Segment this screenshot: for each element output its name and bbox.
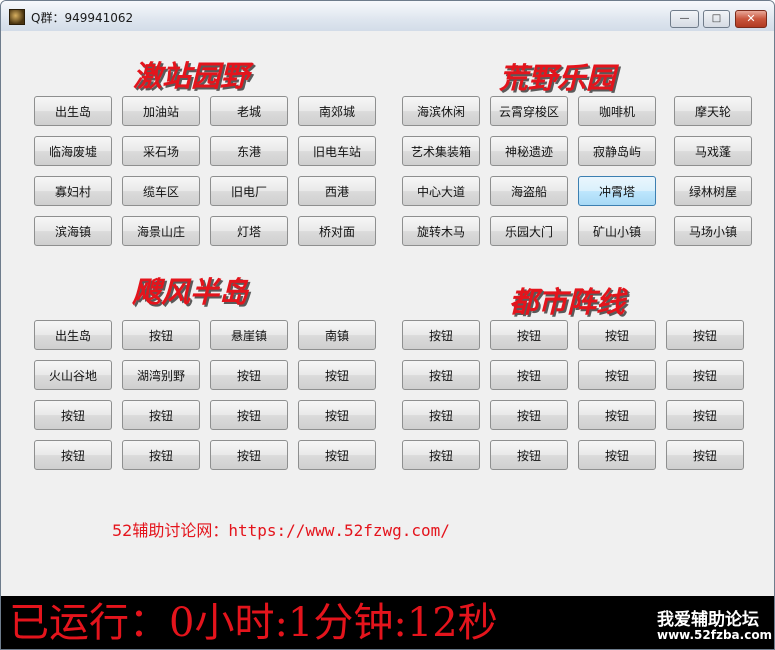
location-button-s2-7[interactable]: 寂静岛屿 <box>578 136 656 166</box>
close-button[interactable]: ✕ <box>735 10 767 28</box>
runtime-counter: 已运行：0小时:1分钟:12秒 <box>9 600 498 646</box>
forum-link-label: 52辅助讨论网： <box>112 521 229 540</box>
location-button-s4-13[interactable]: 按钮 <box>402 440 480 470</box>
watermark-title: 我爱辅助论坛 <box>657 610 759 630</box>
location-button-s4-12[interactable]: 按钮 <box>666 400 744 430</box>
location-button-s1-1[interactable]: 出生岛 <box>34 96 112 126</box>
location-button-s3-8[interactable]: 按钮 <box>298 360 376 390</box>
location-button-s2-6[interactable]: 神秘遗迹 <box>490 136 568 166</box>
location-button-s4-4[interactable]: 按钮 <box>666 320 744 350</box>
location-button-s4-3[interactable]: 按钮 <box>578 320 656 350</box>
location-button-s3-3[interactable]: 悬崖镇 <box>210 320 288 350</box>
location-button-s2-12[interactable]: 绿林树屋 <box>674 176 752 206</box>
location-button-s1-8[interactable]: 旧电车站 <box>298 136 376 166</box>
location-button-s1-2[interactable]: 加油站 <box>122 96 200 126</box>
location-button-s3-11[interactable]: 按钮 <box>210 400 288 430</box>
location-button-s1-12[interactable]: 西港 <box>298 176 376 206</box>
location-button-s3-12[interactable]: 按钮 <box>298 400 376 430</box>
location-button-s2-13[interactable]: 旋转木马 <box>402 216 480 246</box>
location-button-s3-13[interactable]: 按钮 <box>34 440 112 470</box>
location-button-s2-1[interactable]: 海滨休闲 <box>402 96 480 126</box>
location-button-s2-4[interactable]: 摩天轮 <box>674 96 752 126</box>
location-button-s3-5[interactable]: 火山谷地 <box>34 360 112 390</box>
watermark-url: www.52fzba.com <box>657 628 773 642</box>
location-button-s1-9[interactable]: 寡妇村 <box>34 176 112 206</box>
location-button-s4-9[interactable]: 按钮 <box>402 400 480 430</box>
location-button-s4-2[interactable]: 按钮 <box>490 320 568 350</box>
location-button-s4-15[interactable]: 按钮 <box>578 440 656 470</box>
location-button-s2-5[interactable]: 艺术集装箱 <box>402 136 480 166</box>
location-button-s3-4[interactable]: 南镇 <box>298 320 376 350</box>
location-button-s4-6[interactable]: 按钮 <box>490 360 568 390</box>
location-button-s4-1[interactable]: 按钮 <box>402 320 480 350</box>
title-bar[interactable]: Q群：949941062 — □ ✕ <box>1 1 774 31</box>
location-button-s2-14[interactable]: 乐园大门 <box>490 216 568 246</box>
location-button-s4-14[interactable]: 按钮 <box>490 440 568 470</box>
location-button-s2-2[interactable]: 云霄穿梭区 <box>490 96 568 126</box>
location-button-s1-5[interactable]: 临海废墟 <box>34 136 112 166</box>
main-window: Q群：949941062 — □ ✕ 激站园野 荒野乐园 飕风半岛 都市阵线 出… <box>0 0 775 650</box>
location-button-s2-11[interactable]: 冲霄塔 <box>578 176 656 206</box>
location-button-s3-9[interactable]: 按钮 <box>34 400 112 430</box>
location-button-s4-11[interactable]: 按钮 <box>578 400 656 430</box>
location-button-s4-5[interactable]: 按钮 <box>402 360 480 390</box>
location-button-s2-8[interactable]: 马戏蓬 <box>674 136 752 166</box>
location-button-s2-3[interactable]: 咖啡机 <box>578 96 656 126</box>
location-button-s2-16[interactable]: 马场小镇 <box>674 216 752 246</box>
minimize-button[interactable]: — <box>670 10 699 28</box>
location-button-s2-10[interactable]: 海盗船 <box>490 176 568 206</box>
location-button-s2-9[interactable]: 中心大道 <box>402 176 480 206</box>
location-button-s1-3[interactable]: 老城 <box>210 96 288 126</box>
location-button-s3-16[interactable]: 按钮 <box>298 440 376 470</box>
location-button-s3-15[interactable]: 按钮 <box>210 440 288 470</box>
section-title-s4: 都市阵线 <box>509 285 626 319</box>
location-button-s2-15[interactable]: 矿山小镇 <box>578 216 656 246</box>
maximize-button[interactable]: □ <box>703 10 730 28</box>
location-button-s3-1[interactable]: 出生岛 <box>34 320 112 350</box>
location-button-s1-6[interactable]: 采石场 <box>122 136 200 166</box>
location-button-s4-7[interactable]: 按钮 <box>578 360 656 390</box>
location-button-s3-10[interactable]: 按钮 <box>122 400 200 430</box>
location-button-s1-11[interactable]: 旧电厂 <box>210 176 288 206</box>
app-icon <box>9 9 25 25</box>
location-button-s1-7[interactable]: 东港 <box>210 136 288 166</box>
location-button-s4-16[interactable]: 按钮 <box>666 440 744 470</box>
window-title: Q群：949941062 <box>31 11 134 25</box>
location-button-s3-7[interactable]: 按钮 <box>210 360 288 390</box>
location-button-s4-10[interactable]: 按钮 <box>490 400 568 430</box>
section-title-s2: 荒野乐园 <box>499 61 616 95</box>
location-button-s4-8[interactable]: 按钮 <box>666 360 744 390</box>
location-button-s1-15[interactable]: 灯塔 <box>210 216 288 246</box>
location-button-s3-2[interactable]: 按钮 <box>122 320 200 350</box>
section-title-s3: 飕风半岛 <box>132 275 249 309</box>
location-button-s1-16[interactable]: 桥对面 <box>298 216 376 246</box>
location-button-s1-10[interactable]: 缆车区 <box>122 176 200 206</box>
location-button-s3-14[interactable]: 按钮 <box>122 440 200 470</box>
location-button-s3-6[interactable]: 湖湾别野 <box>122 360 200 390</box>
location-button-s1-13[interactable]: 滨海镇 <box>34 216 112 246</box>
location-button-s1-14[interactable]: 海景山庄 <box>122 216 200 246</box>
section-title-s1: 激站园野 <box>133 59 250 93</box>
forum-link[interactable]: 52辅助讨论网：https://www.52fzwg.com/ <box>112 517 450 541</box>
location-button-s1-4[interactable]: 南郊城 <box>298 96 376 126</box>
forum-link-url[interactable]: https://www.52fzwg.com/ <box>228 521 450 540</box>
